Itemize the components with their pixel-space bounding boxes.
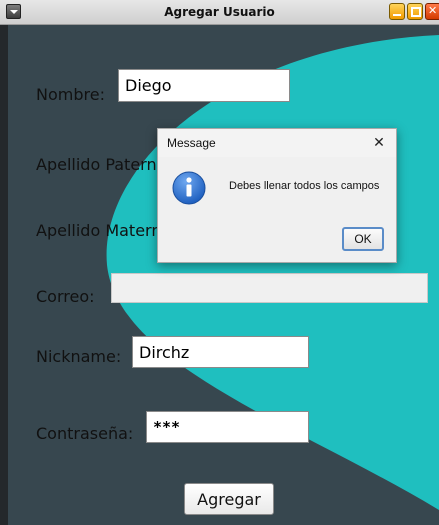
window-titlebar[interactable]: Agregar Usuario xyxy=(0,0,439,25)
dialog-message: Debes llenar todos los campos xyxy=(229,180,380,192)
password-label: Contraseña: xyxy=(36,424,134,443)
dialog-titlebar[interactable]: Message ✕ xyxy=(158,129,396,157)
form-panel: Nombre: Apellido Paterno: Apellido Mater… xyxy=(8,25,439,525)
nombre-field[interactable] xyxy=(118,69,290,102)
close-window-button[interactable] xyxy=(425,3,439,20)
message-dialog: Message ✕ Debes llenar todos los campos … xyxy=(157,128,397,263)
dialog-title: Message xyxy=(167,136,216,150)
maximize-button[interactable] xyxy=(407,3,423,20)
apellido-paterno-label: Apellido Paterno: xyxy=(36,155,172,174)
password-field[interactable] xyxy=(146,411,309,443)
correo-field[interactable] xyxy=(111,273,428,303)
apellido-materno-label: Apellido Materno: xyxy=(36,221,177,240)
ok-button[interactable]: OK xyxy=(342,227,384,251)
app-window: Agregar Usuario Nombre: Apellido Paterno… xyxy=(0,0,439,525)
info-icon xyxy=(172,171,206,205)
minimize-button[interactable] xyxy=(389,3,405,20)
dialog-close-button[interactable]: ✕ xyxy=(366,131,392,155)
nickname-field[interactable] xyxy=(132,336,309,368)
nombre-label: Nombre: xyxy=(36,85,105,104)
correo-label: Correo: xyxy=(36,287,95,306)
window-title: Agregar Usuario xyxy=(164,5,275,19)
agregar-button[interactable]: Agregar xyxy=(184,483,274,515)
nickname-label: Nickname: xyxy=(36,347,122,366)
